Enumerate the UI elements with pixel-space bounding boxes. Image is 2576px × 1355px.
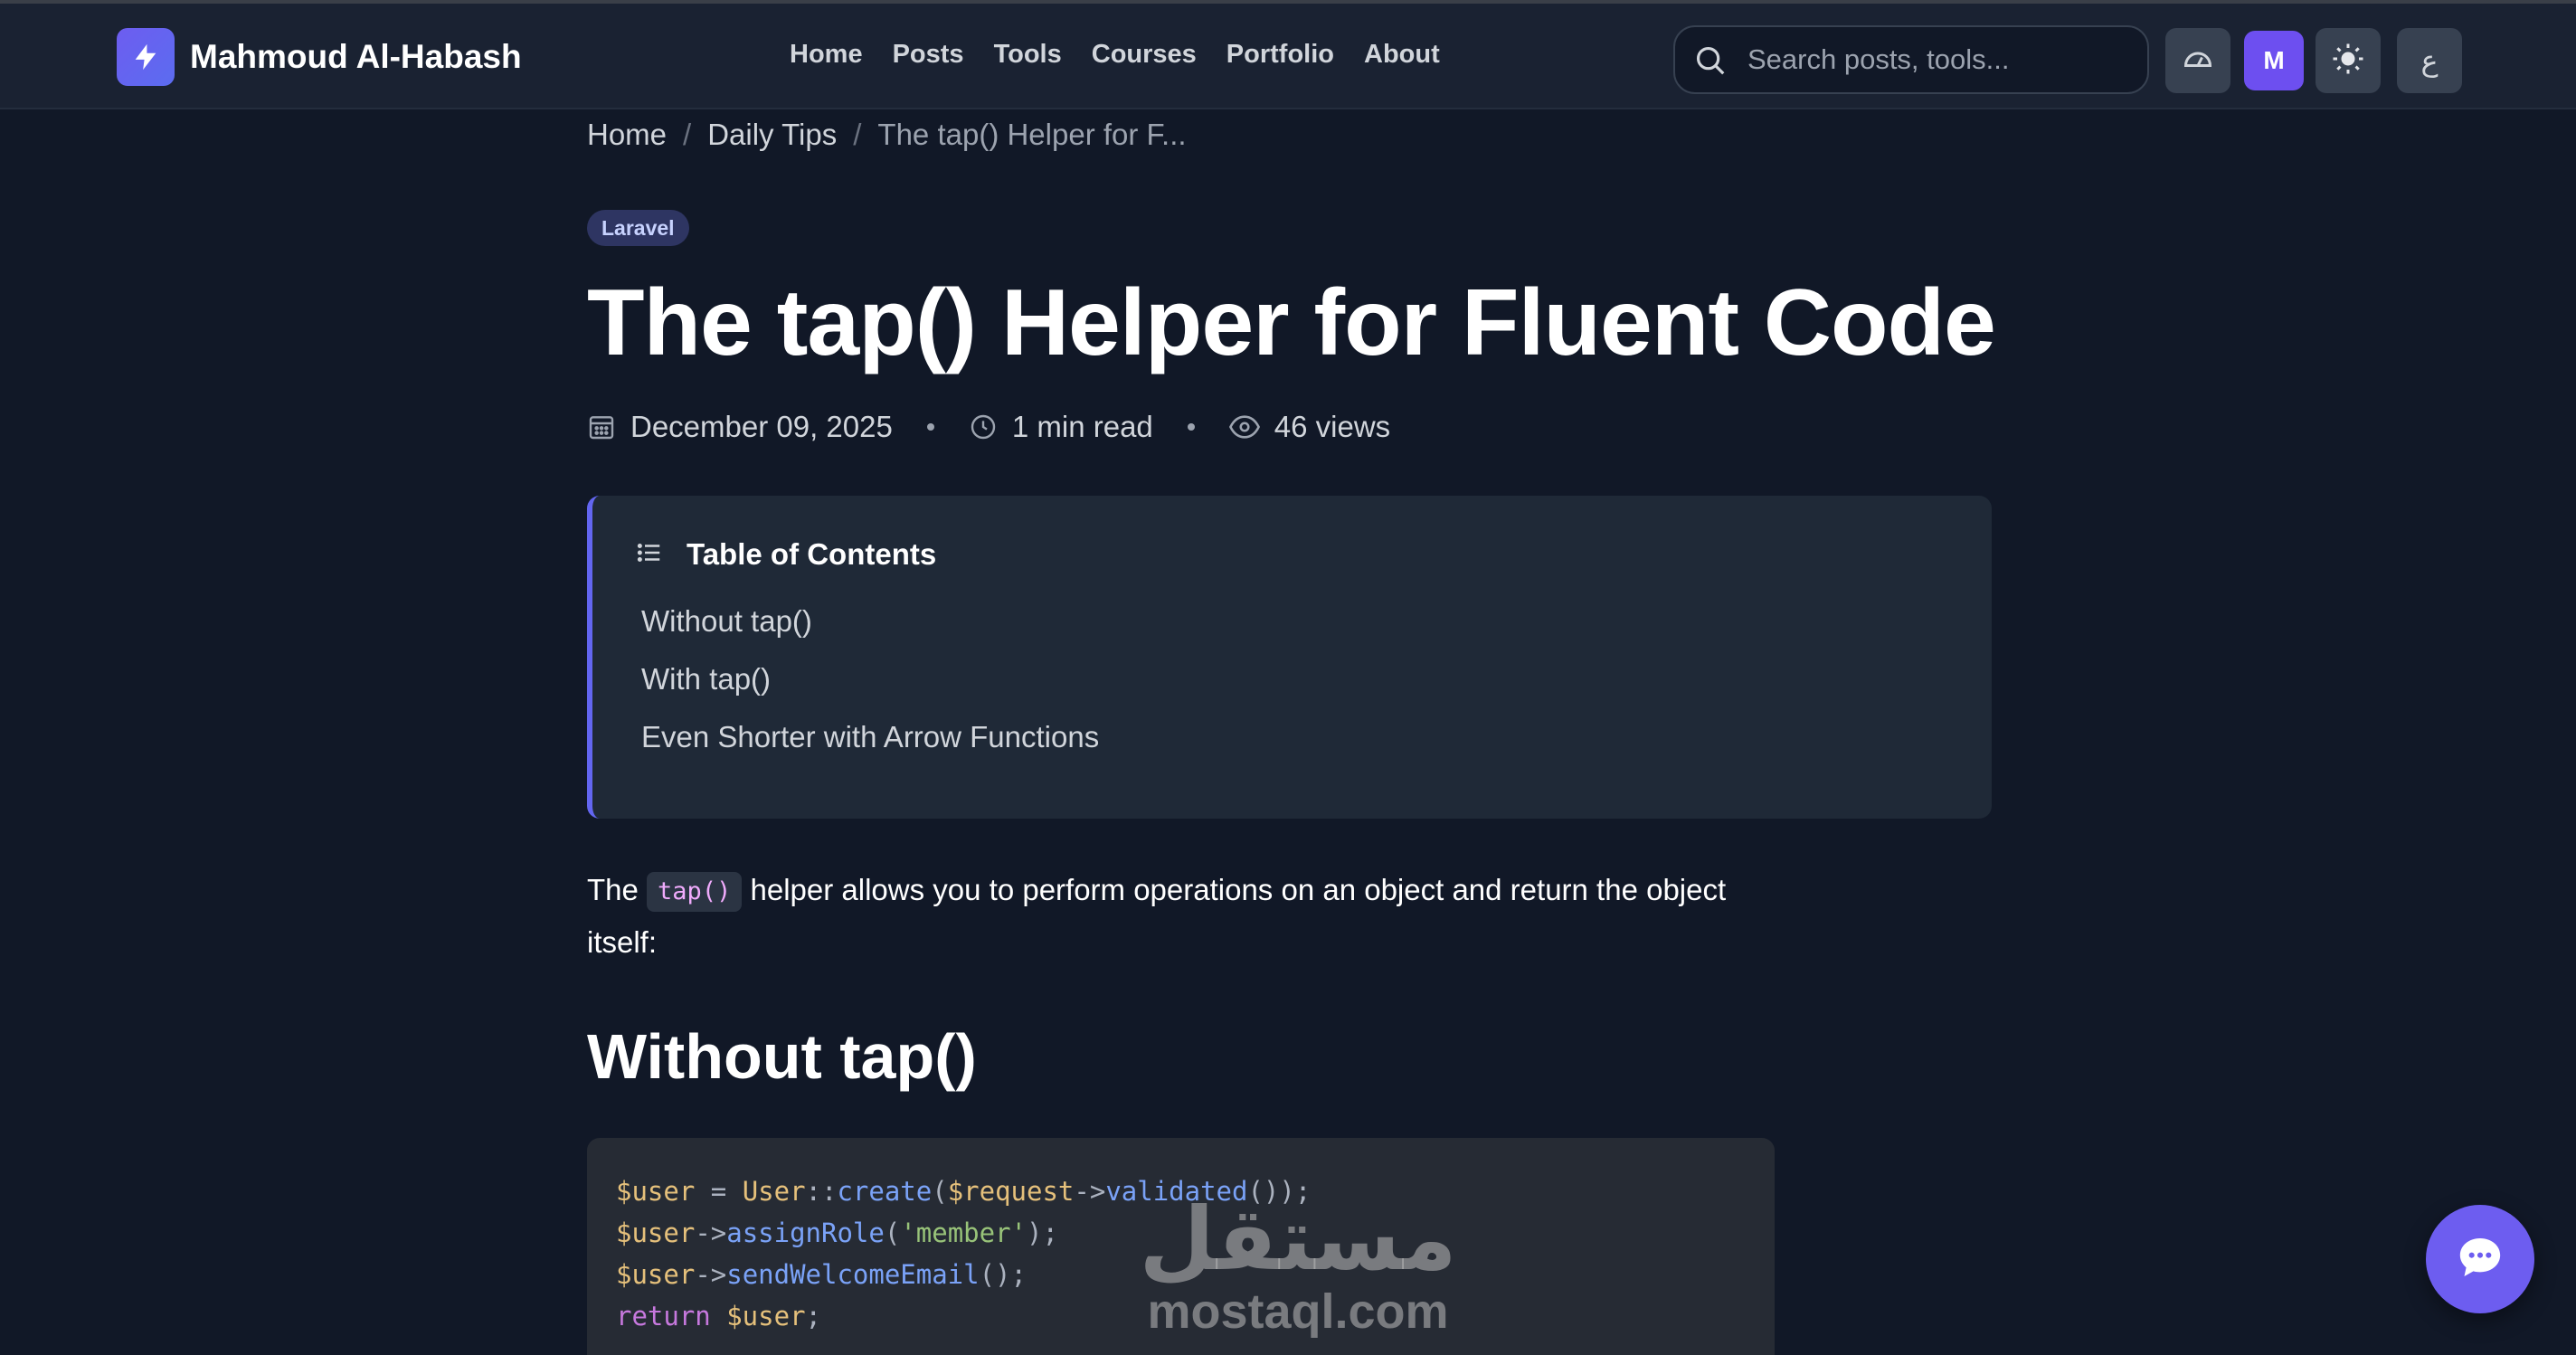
theme-toggle-button[interactable] (2316, 28, 2381, 93)
toc-list: Without tap() With tap() Even Shorter wi… (641, 604, 1099, 778)
nav-courses[interactable]: Courses (1092, 40, 1197, 70)
nav-portfolio[interactable]: Portfolio (1226, 40, 1334, 70)
toc-item-arrow-functions[interactable]: Even Shorter with Arrow Functions (641, 720, 1099, 778)
gauge-icon (2182, 43, 2214, 80)
breadcrumb-current: The tap() Helper for F... (877, 118, 1187, 151)
meta-separator (1187, 423, 1195, 431)
avatar-initial: M (2263, 46, 2285, 74)
top-navigation-bar: Mahmoud Al-Habash Home Posts Tools Cours… (0, 0, 2576, 109)
chat-button[interactable] (2426, 1205, 2534, 1313)
chat-bubble-icon (2455, 1232, 2505, 1287)
table-of-contents: Table of Contents Without tap() With tap… (587, 496, 1992, 819)
main-nav: Home Posts Tools Courses Portfolio About (790, 40, 1470, 70)
read-time: 1 min read (1011, 410, 1153, 443)
language-toggle-button[interactable]: ع (2397, 28, 2462, 93)
post-title: The tap() Helper for Fluent Code (587, 270, 1996, 375)
intro-text-before: The (587, 873, 639, 906)
meta-separator (926, 423, 934, 431)
search-icon (1693, 43, 1728, 82)
toc-title: Table of Contents (687, 537, 937, 571)
search-box[interactable] (1673, 25, 2149, 94)
intro-paragraph: The tap() helper allows you to perform o… (587, 864, 1790, 969)
sun-icon (2332, 43, 2364, 80)
nav-home[interactable]: Home (790, 40, 863, 70)
watermark: مستقل mostaql.com (1131, 1194, 1465, 1339)
clock-icon (969, 412, 998, 441)
view-count: 46 views (1274, 410, 1391, 443)
brand[interactable]: Mahmoud Al-Habash (117, 28, 522, 86)
dashboard-button[interactable] (2165, 28, 2230, 93)
toc-item-with-tap[interactable]: With tap() (641, 662, 1099, 720)
user-avatar-button[interactable]: M (2244, 31, 2304, 90)
toc-header: Table of Contents (636, 537, 936, 572)
toc-item-without-tap[interactable]: Without tap() (641, 604, 1099, 662)
lightning-icon (117, 28, 175, 86)
brand-name: Mahmoud Al-Habash (190, 38, 522, 75)
section-heading: Without tap() (587, 1021, 977, 1092)
nav-posts[interactable]: Posts (893, 40, 964, 70)
inline-code: tap() (647, 872, 743, 913)
list-icon (636, 539, 663, 571)
post-date: December 09, 2025 (630, 410, 893, 443)
nav-tools[interactable]: Tools (994, 40, 1062, 70)
watermark-arabic: مستقل (1139, 1189, 1457, 1290)
watermark-latin: mostaql.com (1147, 1284, 1449, 1339)
breadcrumb: Home / Daily Tips / The tap() Helper for… (587, 118, 1187, 152)
nav-about[interactable]: About (1364, 40, 1440, 70)
category-tag[interactable]: Laravel (587, 210, 689, 246)
calendar-icon (587, 412, 616, 441)
search-input[interactable] (1747, 40, 2127, 80)
breadcrumb-daily-tips[interactable]: Daily Tips (707, 118, 837, 152)
breadcrumb-separator: / (683, 118, 692, 151)
post-meta: December 09, 2025 1 min read 46 views (587, 410, 1390, 444)
intro-text-after: helper allows you to perform operations … (587, 873, 1727, 959)
eye-icon (1228, 412, 1260, 442)
language-label: ع (2420, 43, 2439, 78)
breadcrumb-separator: / (853, 118, 862, 151)
breadcrumb-home[interactable]: Home (587, 118, 667, 152)
